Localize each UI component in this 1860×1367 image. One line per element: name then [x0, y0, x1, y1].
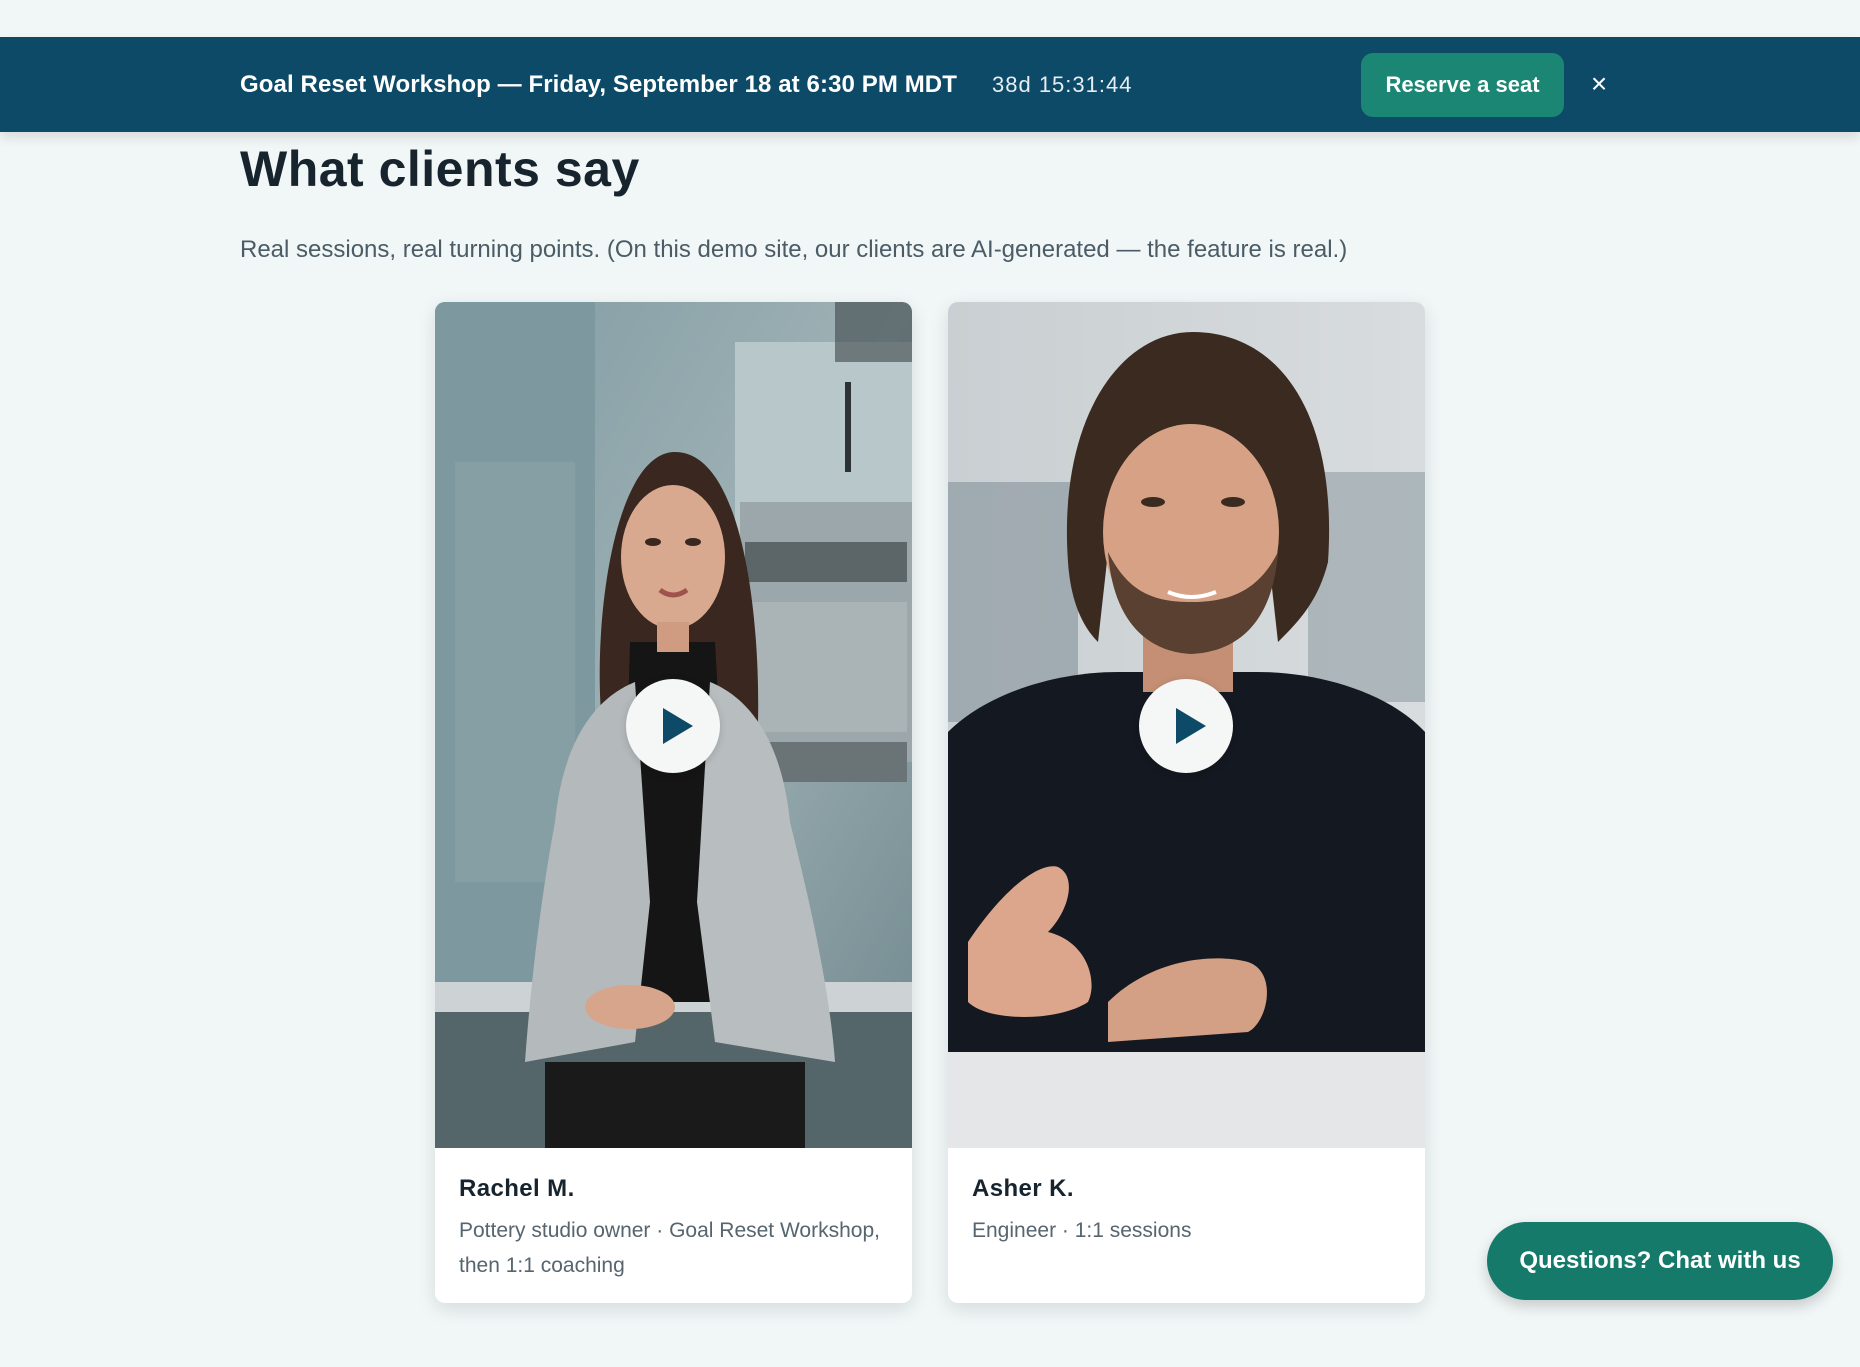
testimonial-name: Rachel M.: [459, 1175, 575, 1202]
testimonial-video-thumbnail[interactable]: [435, 302, 912, 1148]
section-title: What clients say: [240, 141, 640, 197]
reserve-seat-button[interactable]: Reserve a seat: [1361, 53, 1564, 117]
chat-with-us-button[interactable]: Questions? Chat with us: [1487, 1222, 1833, 1300]
page: Goal Reset Workshop — Friday, September …: [0, 0, 1860, 1367]
testimonial-card-rachel[interactable]: Rachel M. Pottery studio owner · Goal Re…: [435, 302, 912, 1303]
promo-banner: Goal Reset Workshop — Friday, September …: [0, 37, 1860, 132]
promo-title: Goal Reset Workshop — Friday, September …: [240, 71, 957, 98]
testimonial-video-thumbnail[interactable]: [948, 302, 1425, 1148]
play-button[interactable]: [1139, 679, 1233, 773]
testimonial-card-asher[interactable]: Asher K. Engineer · 1:1 sessions: [948, 302, 1425, 1303]
testimonial-meta: Engineer · 1:1 sessions: [972, 1219, 1192, 1242]
play-button[interactable]: [626, 679, 720, 773]
countdown-timer: 38d 15:31:44: [992, 72, 1133, 97]
close-icon[interactable]: ×: [1584, 59, 1614, 109]
section-subtitle: Real sessions, real turning points. (On …: [240, 236, 1348, 263]
testimonial-meta: Pottery studio owner · Goal Reset Worksh…: [459, 1219, 880, 1277]
play-icon: [1176, 708, 1206, 744]
play-icon: [663, 708, 693, 744]
testimonial-name: Asher K.: [972, 1175, 1074, 1202]
